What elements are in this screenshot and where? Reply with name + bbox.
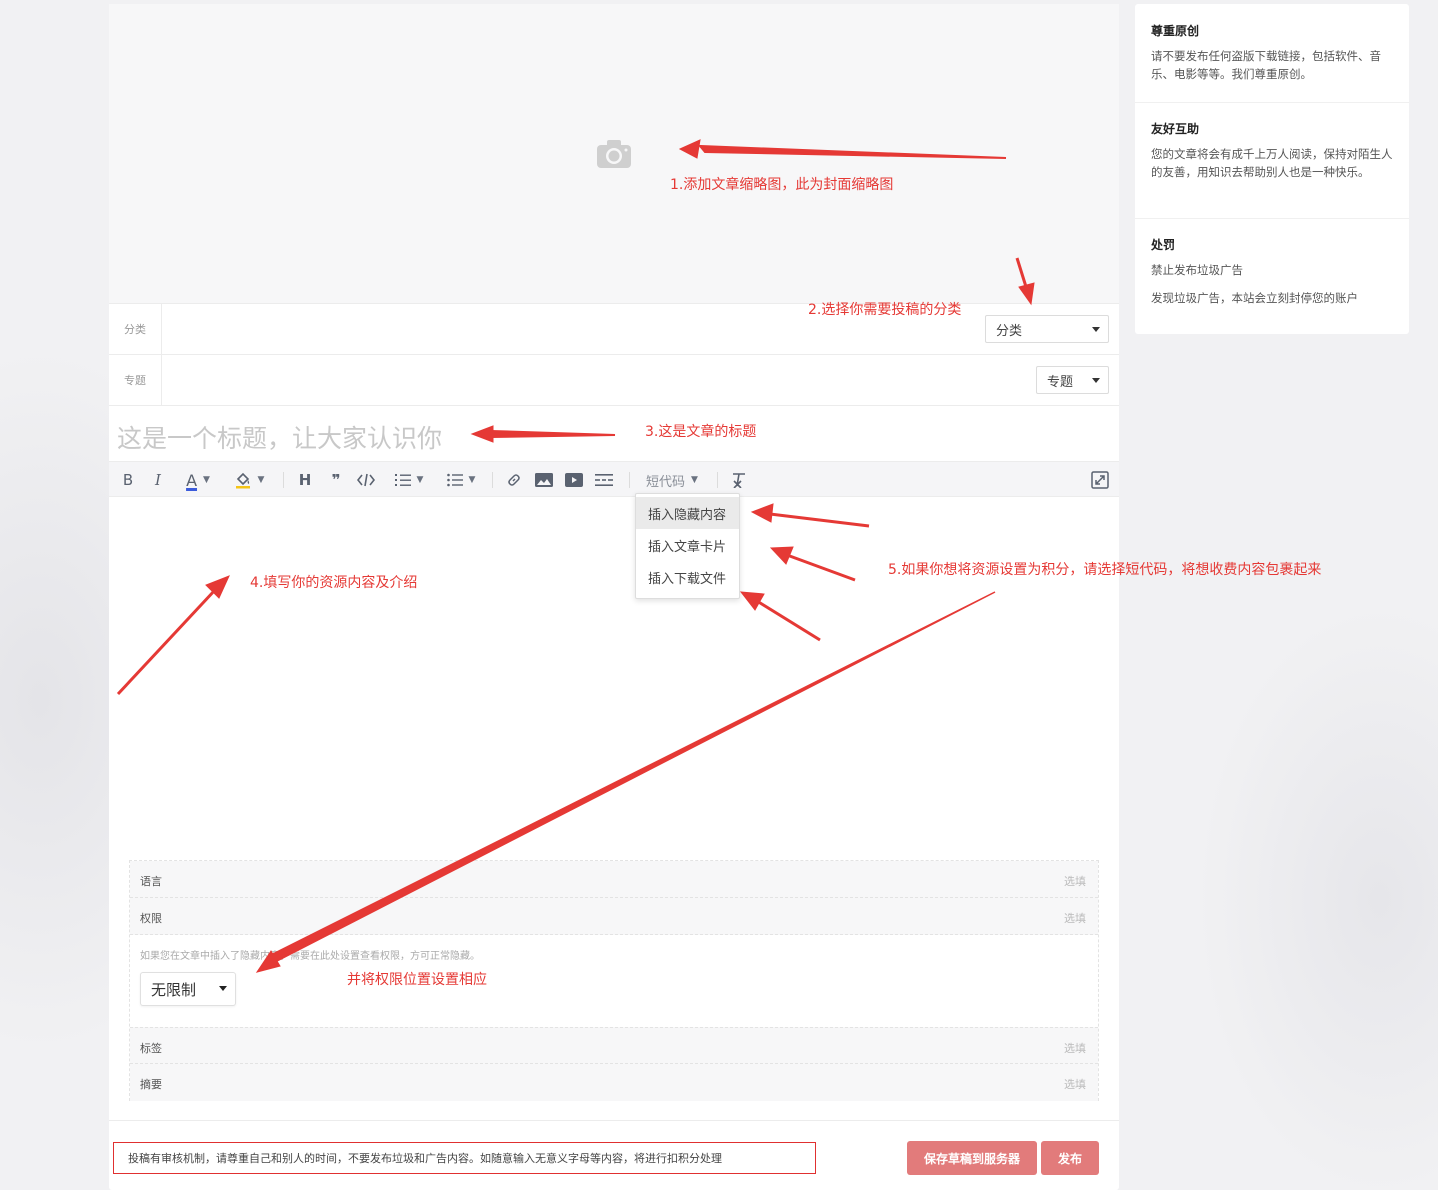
code-icon bbox=[357, 473, 375, 487]
toolbar-divider bbox=[492, 472, 493, 488]
toolbar-divider bbox=[717, 472, 718, 488]
shortcode-label: 短代码 bbox=[646, 474, 686, 490]
footer-divider bbox=[109, 1120, 1119, 1121]
italic-icon: I bbox=[155, 471, 161, 489]
code-button[interactable] bbox=[356, 462, 376, 498]
guidelines-sidebar: 尊重原创 请不要发布任何盗版下载链接，包括软件、音乐、电影等等。我们尊重原创。 … bbox=[1135, 4, 1409, 334]
fullscreen-icon bbox=[1091, 471, 1109, 489]
language-label: 语言 bbox=[140, 875, 162, 888]
bold-icon: B bbox=[122, 471, 134, 489]
summary-row[interactable]: 摘要 选填 bbox=[130, 1064, 1098, 1101]
permission-select[interactable]: 无限制 bbox=[140, 972, 236, 1006]
link-button[interactable] bbox=[504, 462, 524, 498]
permission-label: 权限 bbox=[140, 912, 162, 925]
topic-select-value: 专题 bbox=[1047, 374, 1074, 390]
italic-button[interactable]: I bbox=[149, 462, 167, 498]
caret-down-icon bbox=[1092, 378, 1100, 383]
category-select-value: 分类 bbox=[996, 323, 1023, 339]
ordered-list-button[interactable]: ▼ bbox=[387, 462, 431, 498]
permission-row[interactable]: 权限 选填 bbox=[130, 898, 1098, 935]
language-row[interactable]: 语言 选填 bbox=[130, 861, 1098, 898]
fullscreen-button[interactable] bbox=[1089, 462, 1111, 498]
permission-select-value: 无限制 bbox=[151, 980, 197, 999]
shortcode-dropdown: 插入隐藏内容 插入文章卡片 插入下载文件 bbox=[635, 493, 740, 599]
font-color-button[interactable]: A ▼ bbox=[176, 462, 220, 498]
chevron-down-icon: ▼ bbox=[691, 475, 698, 485]
topic-select[interactable]: 专题 bbox=[1036, 366, 1109, 394]
highlight-button[interactable]: ▼ bbox=[227, 462, 271, 498]
sidebar-section-mutual-help: 友好互助 您的文章将会有成千上万人阅读，保持对陌生人的友善，用知识去帮助别人也是… bbox=[1135, 103, 1409, 219]
caret-down-icon bbox=[219, 986, 227, 991]
toolbar-divider bbox=[629, 472, 630, 488]
toolbar-divider bbox=[283, 472, 284, 488]
category-label: 分类 bbox=[109, 304, 162, 354]
sidebar-section-originality: 尊重原创 请不要发布任何盗版下载链接，包括软件、音乐、电影等等。我们尊重原创。 bbox=[1135, 4, 1409, 103]
title-input[interactable] bbox=[117, 414, 1107, 462]
bullet-list-button[interactable]: ▼ bbox=[439, 462, 483, 498]
tags-row[interactable]: 标签 选填 bbox=[130, 1027, 1098, 1064]
chevron-down-icon: ▼ bbox=[468, 475, 476, 485]
annotation-4: 4.填写你的资源内容及介绍 bbox=[250, 575, 418, 591]
bullet-list-icon bbox=[446, 473, 463, 487]
permission-optional[interactable]: 选填 bbox=[1064, 910, 1086, 926]
ordered-list-icon bbox=[394, 474, 411, 486]
insert-hidden-content-item[interactable]: 插入隐藏内容 bbox=[636, 497, 739, 529]
annotation-3: 3.这是文章的标题 bbox=[645, 424, 757, 440]
meta-settings-box: 语言 选填 权限 选填 如果您在文章中插入了隐藏内容，需要在此处设置查看权限，方… bbox=[129, 860, 1099, 1101]
image-icon bbox=[535, 473, 553, 487]
insert-download-file-item[interactable]: 插入下载文件 bbox=[636, 561, 739, 593]
bold-button[interactable]: B bbox=[119, 462, 137, 498]
quote-button[interactable]: ❞ bbox=[326, 462, 346, 498]
tags-label: 标签 bbox=[140, 1042, 162, 1055]
sidebar-section-text: 发现垃圾广告，本站会立刻封停您的账户 bbox=[1151, 291, 1358, 305]
quote-icon: ❞ bbox=[331, 471, 341, 489]
chevron-down-icon: ▼ bbox=[416, 475, 424, 485]
horizontal-rule-icon bbox=[595, 474, 613, 486]
publish-button[interactable]: 发布 bbox=[1041, 1141, 1099, 1175]
tags-optional[interactable]: 选填 bbox=[1064, 1040, 1086, 1056]
cover-thumbnail-area[interactable] bbox=[109, 4, 1119, 304]
sidebar-section-text: 禁止发布垃圾广告 bbox=[1151, 263, 1243, 277]
insert-article-card-item[interactable]: 插入文章卡片 bbox=[636, 529, 739, 561]
annotation-1: 1.添加文章缩略图，此为封面缩略图 bbox=[670, 177, 894, 193]
clear-format-icon bbox=[733, 473, 745, 488]
topic-row: 专题 专题 bbox=[109, 355, 1119, 406]
topic-label: 专题 bbox=[109, 355, 162, 405]
chevron-down-icon: ▼ bbox=[257, 475, 265, 485]
heading-button[interactable]: H bbox=[296, 462, 314, 498]
font-color-icon: A bbox=[186, 470, 198, 490]
link-icon bbox=[508, 474, 520, 486]
submission-notice: 投稿有审核机制，请尊重自己和别人的时间，不要发布垃圾和广告内容。如随意输入无意义… bbox=[113, 1142, 816, 1174]
language-optional[interactable]: 选填 bbox=[1064, 873, 1086, 889]
divider-insert-button[interactable] bbox=[594, 462, 614, 498]
paint-bucket-icon bbox=[235, 472, 250, 489]
annotation-2: 2.选择你需要投稿的分类 bbox=[808, 302, 962, 318]
chevron-down-icon: ▼ bbox=[203, 475, 210, 485]
camera-icon[interactable] bbox=[595, 138, 633, 170]
caret-down-icon bbox=[1092, 327, 1100, 332]
sidebar-section-penalty: 处罚 禁止发布垃圾广告 发现垃圾广告，本站会立刻封停您的账户 bbox=[1135, 219, 1409, 334]
video-icon bbox=[565, 473, 583, 487]
sidebar-section-title: 友好互助 bbox=[1151, 122, 1200, 136]
category-row: 分类 分类 bbox=[109, 304, 1119, 355]
annotation-6: 并将权限位置设置相应 bbox=[347, 972, 487, 988]
heading-icon: H bbox=[298, 471, 312, 489]
sidebar-section-text: 请不要发布任何盗版下载链接，包括软件、音乐、电影等等。我们尊重原创。 bbox=[1151, 49, 1381, 81]
sidebar-section-text: 您的文章将会有成千上万人阅读，保持对陌生人的友善，用知识去帮助别人也是一种快乐。 bbox=[1151, 147, 1393, 179]
sidebar-section-title: 尊重原创 bbox=[1151, 24, 1200, 38]
sidebar-section-title: 处罚 bbox=[1151, 238, 1176, 252]
category-select[interactable]: 分类 bbox=[985, 315, 1109, 343]
editor-toolbar: B I A ▼ ▼ H ❞ ▼ ▼ 短代码 ▼ bbox=[109, 461, 1119, 497]
image-button[interactable] bbox=[534, 462, 554, 498]
summary-label: 摘要 bbox=[140, 1078, 162, 1091]
editor-content-area[interactable] bbox=[109, 498, 1119, 848]
video-button[interactable] bbox=[564, 462, 584, 498]
annotation-5: 5.如果你想将资源设置为积分，请选择短代码，将想收费内容包裹起来 bbox=[888, 562, 1322, 578]
permission-hint: 如果您在文章中插入了隐藏内容，需要在此处设置查看权限，方可正常隐藏。 bbox=[140, 951, 480, 962]
save-draft-button[interactable]: 保存草稿到服务器 bbox=[907, 1141, 1037, 1175]
summary-optional[interactable]: 选填 bbox=[1064, 1076, 1086, 1092]
